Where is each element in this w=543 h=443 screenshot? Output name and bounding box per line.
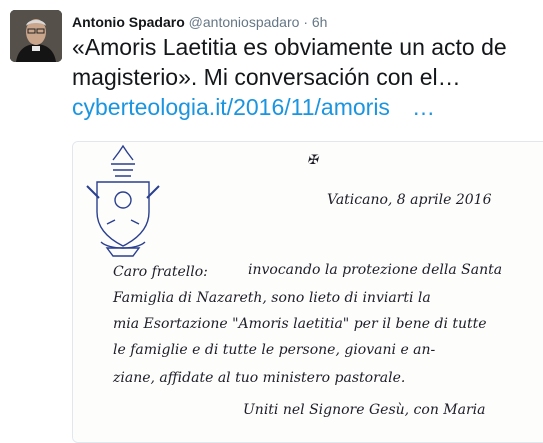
letter-dateline: Vaticano, 8 aprile 2016: [327, 192, 492, 208]
tweet-text-line-2: magisterio». Mi conversación con el…: [72, 64, 461, 90]
letter-image-canvas: ✠ Vaticano, 8 aprile 2016 Caro fratello:…: [73, 142, 543, 442]
tweet-link-url[interactable]: cyberteologia.it/2016/11/amoris: [72, 94, 390, 120]
author-avatar[interactable]: [10, 10, 62, 62]
header-separator: ·: [303, 14, 308, 30]
letter-line: Famiglia di Nazareth, sono lieto di invi…: [112, 290, 431, 306]
tweet-text: «Amoris Laetitia es obviamente un acto d…: [72, 32, 543, 122]
letter-line: mia Esortazione "Amoris laetitia" per il…: [113, 316, 487, 332]
tweet-text-line-1: «Amoris Laetitia es obviamente un acto d…: [72, 34, 507, 60]
avatar-portrait: [10, 10, 62, 62]
letter-line: invocando la protezione della Santa: [248, 262, 502, 278]
letter-salutation: Caro fratello:: [113, 264, 208, 280]
letter-line: ziane, affidate al tuo ministero pastora…: [112, 370, 405, 386]
letter-line: Uniti nel Signore Gesù, con Maria: [243, 402, 485, 418]
tweet-timestamp[interactable]: 6h: [312, 14, 328, 30]
author-name[interactable]: Antonio Spadaro: [72, 14, 185, 30]
tweet-header: Antonio Spadaro @antoniospadaro · 6h: [72, 12, 327, 32]
author-handle[interactable]: @antoniospadaro: [189, 14, 300, 30]
tweet-link[interactable]: cyberteologia.it/2016/11/amoris …: [72, 92, 543, 122]
letter-line: le famiglie e di tutte le persone, giova…: [113, 342, 436, 358]
attached-letter-image[interactable]: ✠ Vaticano, 8 aprile 2016 Caro fratello:…: [72, 141, 543, 443]
tweet-link-ellipsis[interactable]: …: [412, 94, 435, 120]
